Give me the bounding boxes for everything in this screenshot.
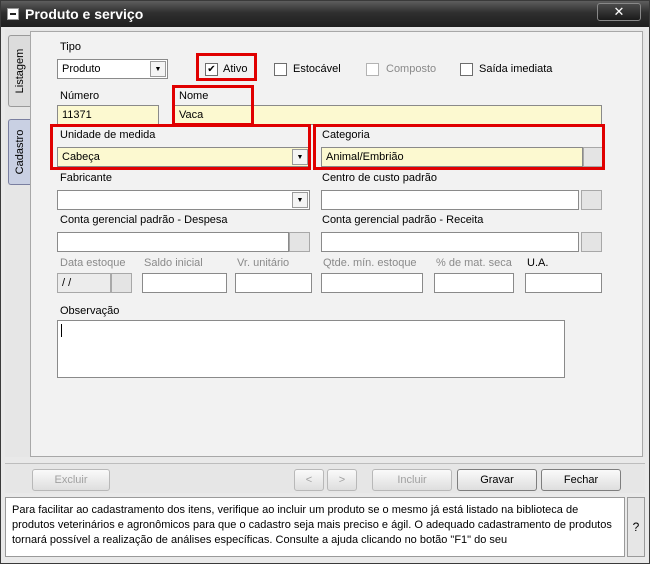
nome-label: Nome xyxy=(179,90,209,102)
window-menu-icon[interactable] xyxy=(7,8,19,20)
saida-imediata-label: Saída imediata xyxy=(479,63,553,75)
conta-despesa-lookup-button[interactable] xyxy=(289,232,310,252)
qtde-min-label: Qtde. mín. estoque xyxy=(323,257,417,269)
data-estoque-label: Data estoque xyxy=(60,257,126,269)
pct-mat-seca-field[interactable] xyxy=(434,273,514,293)
title-bar: Produto e serviço ✕ xyxy=(1,1,649,27)
pct-mat-seca-label: % de mat. seca xyxy=(436,257,512,269)
help-text: Para facilitar ao cadastramento dos iten… xyxy=(12,504,612,546)
conta-receita-lookup-button[interactable] xyxy=(581,232,602,252)
numero-field[interactable]: 11371 xyxy=(57,105,159,125)
incluir-button[interactable]: Incluir xyxy=(372,469,452,491)
categoria-value: Animal/Embrião xyxy=(326,151,404,163)
calendar-button[interactable] xyxy=(111,273,132,293)
ua-field[interactable] xyxy=(525,273,602,293)
unidade-value: Cabeça xyxy=(62,151,100,163)
data-estoque-value: / / xyxy=(62,277,72,289)
tab-cadastro[interactable]: Cadastro xyxy=(8,119,30,185)
ativo-checkbox[interactable]: ✔ xyxy=(205,63,218,76)
ua-label: U.A. xyxy=(527,257,549,269)
unidade-label: Unidade de medida xyxy=(60,129,156,141)
close-button[interactable]: ✕ xyxy=(597,3,641,21)
button-bar: Excluir < > Incluir Gravar Fechar xyxy=(5,463,645,493)
tipo-select[interactable]: Produto ▼ xyxy=(57,59,168,79)
unidade-select[interactable]: Cabeça ▼ xyxy=(57,147,310,167)
estocavel-checkbox[interactable] xyxy=(274,63,287,76)
observacao-label: Observação xyxy=(60,305,120,317)
text-caret xyxy=(61,324,62,337)
chevron-down-icon[interactable]: ▼ xyxy=(292,192,308,208)
window-title: Produto e serviço xyxy=(25,6,144,22)
tab-listagem-label: Listagem xyxy=(13,48,26,94)
chevron-down-icon[interactable]: ▼ xyxy=(150,61,166,77)
numero-value: 11371 xyxy=(62,109,92,121)
fechar-button[interactable]: Fechar xyxy=(541,469,621,491)
nome-field[interactable]: Vaca xyxy=(174,105,602,125)
tab-listagem[interactable]: Listagem xyxy=(8,35,30,107)
excluir-button[interactable]: Excluir xyxy=(32,469,110,491)
product-window: Produto e serviço ✕ Listagem Cadastro Ti… xyxy=(0,0,650,564)
vr-unitario-field[interactable] xyxy=(235,273,312,293)
estocavel-label: Estocável xyxy=(293,63,341,75)
conta-receita-label: Conta gerencial padrão - Receita xyxy=(322,214,484,226)
qtde-min-field[interactable] xyxy=(321,273,423,293)
tipo-value: Produto xyxy=(62,63,101,75)
fabricante-select[interactable]: ▼ xyxy=(57,190,310,210)
gravar-button[interactable]: Gravar xyxy=(457,469,537,491)
cadastro-panel: Tipo Produto ▼ ✔ Ativo Estocável Compost… xyxy=(30,31,643,457)
fabricante-label: Fabricante xyxy=(60,172,112,184)
data-estoque-field[interactable]: / / xyxy=(57,273,111,293)
centro-custo-lookup-button[interactable] xyxy=(581,190,602,210)
help-button[interactable]: ? xyxy=(627,497,645,557)
nome-value: Vaca xyxy=(179,109,204,121)
next-button[interactable]: > xyxy=(327,469,357,491)
prev-button[interactable]: < xyxy=(294,469,324,491)
saldo-inicial-field[interactable] xyxy=(142,273,227,293)
ativo-label: Ativo xyxy=(223,63,248,75)
conta-despesa-field[interactable] xyxy=(57,232,289,252)
help-text-box: Para facilitar ao cadastramento dos iten… xyxy=(5,497,625,557)
centro-custo-field[interactable] xyxy=(321,190,579,210)
saida-imediata-checkbox[interactable] xyxy=(460,63,473,76)
composto-checkbox[interactable] xyxy=(366,63,379,76)
centro-custo-label: Centro de custo padrão xyxy=(322,172,437,184)
categoria-field[interactable]: Animal/Embrião xyxy=(321,147,583,167)
conta-receita-field[interactable] xyxy=(321,232,579,252)
client-area: Listagem Cadastro Tipo Produto ▼ ✔ Ativo… xyxy=(5,29,645,457)
chevron-down-icon[interactable]: ▼ xyxy=(292,149,308,165)
categoria-label: Categoria xyxy=(322,129,370,141)
numero-label: Número xyxy=(60,90,100,102)
categoria-lookup-button[interactable] xyxy=(583,147,603,167)
composto-label: Composto xyxy=(386,63,437,75)
conta-despesa-label: Conta gerencial padrão - Despesa xyxy=(60,214,228,226)
tipo-label: Tipo xyxy=(60,41,81,53)
vr-unitario-label: Vr. unitário xyxy=(237,257,290,269)
observacao-textarea[interactable] xyxy=(57,320,565,378)
saldo-inicial-label: Saldo inicial xyxy=(144,257,203,269)
tab-cadastro-label: Cadastro xyxy=(13,129,26,175)
check-icon: ✔ xyxy=(207,64,216,75)
